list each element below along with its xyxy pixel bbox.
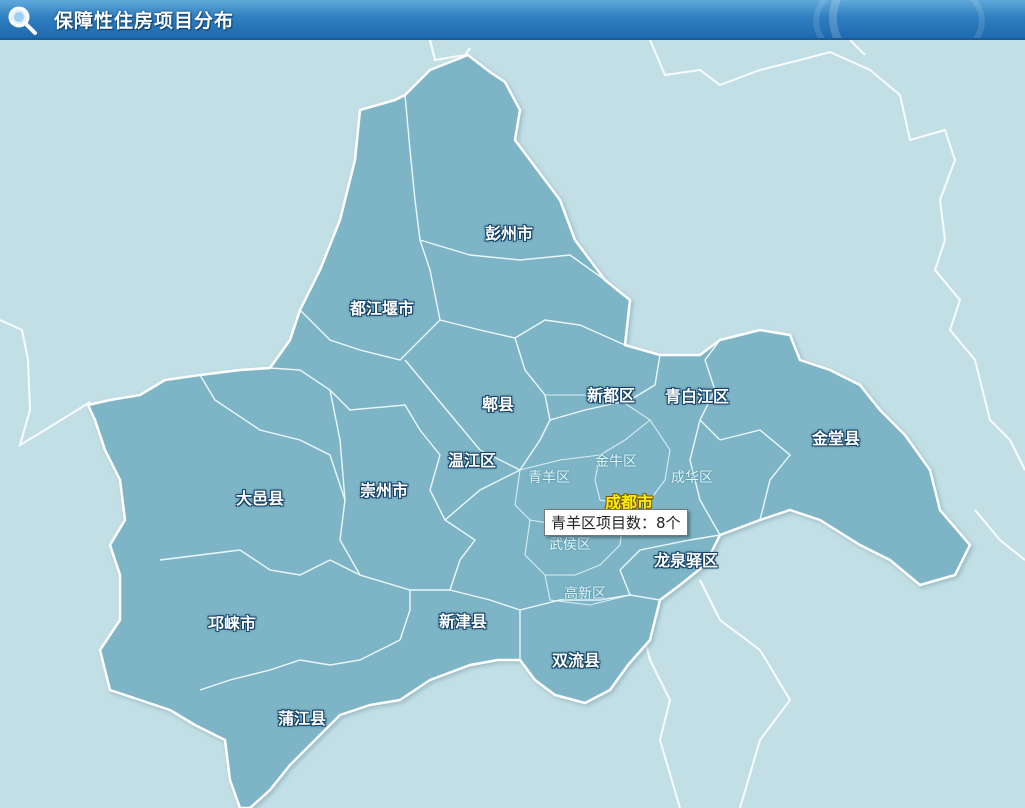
district-label[interactable]: 高新区 [564, 583, 606, 603]
map-canvas [0, 40, 1025, 808]
region-label[interactable]: 金堂县 [812, 425, 860, 449]
district-label[interactable]: 武侯区 [549, 534, 591, 554]
region-label[interactable]: 蒲江县 [278, 705, 326, 729]
district-label[interactable]: 金牛区 [595, 451, 637, 471]
region-label[interactable]: 新都区 [587, 382, 635, 406]
region-label[interactable]: 龙泉驿区 [654, 547, 718, 571]
region-label[interactable]: 郫县 [482, 391, 514, 415]
region-label[interactable]: 新津县 [439, 608, 487, 632]
region-label[interactable]: 双流县 [552, 647, 600, 671]
region-label[interactable]: 彭州市 [485, 220, 533, 244]
page-title: 保障性住房项目分布 [54, 10, 235, 32]
region-label[interactable]: 青白江区 [665, 383, 729, 407]
region-label[interactable]: 大邑县 [236, 485, 284, 509]
region-label[interactable]: 都江堰市 [350, 295, 414, 319]
region-label[interactable]: 温江区 [448, 447, 496, 471]
magnifier-icon [8, 6, 37, 35]
region-tooltip: 青羊区项目数：8个 [544, 509, 688, 536]
title-decoration [813, 0, 985, 38]
district-label[interactable]: 成华区 [671, 467, 713, 487]
district-label[interactable]: 青羊区 [528, 467, 570, 487]
title-bar: 保障性住房项目分布 [0, 0, 1025, 40]
app-window: 保障性住房项目分布 彭州市 都江堰市 郫县 新都区 青白江区 金堂县 温江区 大… [0, 0, 1025, 808]
map-panel: 彭州市 都江堰市 郫县 新都区 青白江区 金堂县 温江区 大邑县 崇州市 邛崃市… [0, 40, 1025, 808]
region-label[interactable]: 崇州市 [360, 477, 408, 501]
region-label[interactable]: 邛崃市 [208, 610, 256, 634]
